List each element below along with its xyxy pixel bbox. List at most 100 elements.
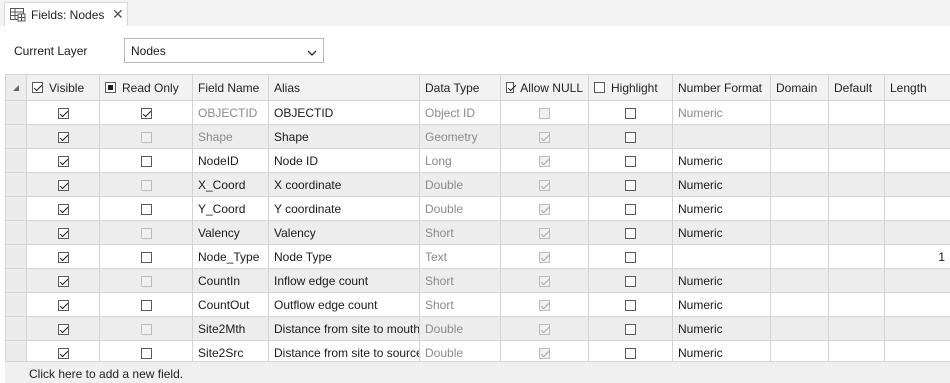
default-cell[interactable]	[829, 173, 885, 197]
default-cell[interactable]	[829, 269, 885, 293]
visible-checkbox[interactable]	[58, 300, 69, 311]
current-layer-select[interactable]: Nodes	[124, 38, 324, 63]
read-only-checkbox[interactable]	[141, 300, 152, 311]
highlight-checkbox[interactable]	[625, 348, 636, 359]
visible-checkbox-cell[interactable]	[27, 125, 100, 149]
visible-checkbox-cell[interactable]	[27, 245, 100, 269]
read-only-checkbox[interactable]	[141, 156, 152, 167]
col-highlight-header[interactable]: Highlight	[589, 75, 673, 101]
number-format-cell[interactable]: Numeric	[673, 293, 771, 317]
visible-checkbox-cell[interactable]	[27, 101, 100, 125]
row-selector[interactable]	[6, 245, 27, 269]
data-type-cell[interactable]: Short	[420, 293, 501, 317]
visible-checkbox[interactable]	[58, 348, 69, 359]
row-selector[interactable]	[6, 293, 27, 317]
col-field-name-header[interactable]: Field Name	[193, 75, 269, 101]
data-type-cell[interactable]: Short	[420, 269, 501, 293]
alias-cell[interactable]: Y coordinate	[269, 197, 420, 221]
read-only-checkbox[interactable]	[141, 108, 152, 119]
col-data-type-header[interactable]: Data Type	[420, 75, 501, 101]
visible-checkbox-cell[interactable]	[27, 269, 100, 293]
length-cell[interactable]	[885, 269, 950, 293]
visible-checkbox[interactable]	[58, 132, 69, 143]
col-length-header[interactable]: Length	[885, 75, 950, 101]
highlight-checkbox[interactable]	[625, 324, 636, 335]
number-format-cell[interactable]: Numeric	[673, 221, 771, 245]
col-default-header[interactable]: Default	[829, 75, 885, 101]
visible-checkbox-cell[interactable]	[27, 197, 100, 221]
visible-checkbox[interactable]	[58, 156, 69, 167]
visible-checkbox-cell[interactable]	[27, 221, 100, 245]
highlight-checkbox-cell[interactable]	[589, 317, 673, 341]
data-type-cell[interactable]: Text	[420, 245, 501, 269]
header-visible-checkbox[interactable]	[32, 82, 43, 93]
visible-checkbox-cell[interactable]	[27, 317, 100, 341]
length-cell[interactable]	[885, 149, 950, 173]
alias-cell[interactable]: OBJECTID	[269, 101, 420, 125]
highlight-checkbox[interactable]	[625, 300, 636, 311]
read-only-checkbox[interactable]	[141, 204, 152, 215]
field-name-cell[interactable]: Node_Type	[193, 245, 269, 269]
visible-checkbox[interactable]	[58, 204, 69, 215]
header-allow-null-checkbox[interactable]	[506, 82, 514, 93]
visible-checkbox[interactable]	[58, 108, 69, 119]
visible-checkbox[interactable]	[58, 228, 69, 239]
field-name-cell[interactable]: Valency	[193, 221, 269, 245]
highlight-checkbox-cell[interactable]	[589, 149, 673, 173]
add-field-row[interactable]: Click here to add a new field.	[5, 361, 950, 383]
field-name-cell[interactable]: Site2Mth	[193, 317, 269, 341]
visible-checkbox[interactable]	[58, 252, 69, 263]
row-selector[interactable]	[6, 173, 27, 197]
length-cell[interactable]	[885, 221, 950, 245]
alias-cell[interactable]: Node Type	[269, 245, 420, 269]
domain-cell[interactable]	[771, 293, 829, 317]
table-row[interactable]: NodeIDNode IDLongNumeric	[6, 149, 950, 173]
highlight-checkbox-cell[interactable]	[589, 125, 673, 149]
length-cell[interactable]	[885, 173, 950, 197]
highlight-checkbox-cell[interactable]	[589, 101, 673, 125]
read-only-checkbox[interactable]	[141, 252, 152, 263]
table-row[interactable]: ValencyValencyShortNumeric	[6, 221, 950, 245]
read-only-checkbox-cell[interactable]	[100, 101, 193, 125]
number-format-cell[interactable]: Numeric	[673, 317, 771, 341]
default-cell[interactable]	[829, 125, 885, 149]
table-row[interactable]: X_CoordX coordinateDoubleNumeric	[6, 173, 950, 197]
alias-cell[interactable]: Node ID	[269, 149, 420, 173]
field-name-cell[interactable]: Shape	[193, 125, 269, 149]
highlight-checkbox-cell[interactable]	[589, 197, 673, 221]
data-type-cell[interactable]: Double	[420, 173, 501, 197]
length-cell[interactable]	[885, 197, 950, 221]
col-allow-null-header[interactable]: Allow NULL	[501, 75, 589, 101]
select-all-corner[interactable]	[6, 75, 27, 101]
visible-checkbox-cell[interactable]	[27, 293, 100, 317]
data-type-cell[interactable]: Double	[420, 197, 501, 221]
default-cell[interactable]	[829, 149, 885, 173]
read-only-checkbox-cell[interactable]	[100, 197, 193, 221]
domain-cell[interactable]	[771, 245, 829, 269]
read-only-checkbox-cell[interactable]	[100, 245, 193, 269]
field-name-cell[interactable]: CountOut	[193, 293, 269, 317]
domain-cell[interactable]	[771, 173, 829, 197]
domain-cell[interactable]	[771, 101, 829, 125]
alias-cell[interactable]: Distance from site to mouth	[269, 317, 420, 341]
table-row[interactable]: OBJECTIDOBJECTIDObject IDNumeric	[6, 101, 950, 125]
length-cell[interactable]	[885, 317, 950, 341]
row-selector[interactable]	[6, 101, 27, 125]
length-cell[interactable]	[885, 125, 950, 149]
row-selector[interactable]	[6, 149, 27, 173]
alias-cell[interactable]: X coordinate	[269, 173, 420, 197]
domain-cell[interactable]	[771, 149, 829, 173]
number-format-cell[interactable]: Numeric	[673, 173, 771, 197]
highlight-checkbox[interactable]	[625, 156, 636, 167]
default-cell[interactable]	[829, 317, 885, 341]
highlight-checkbox-cell[interactable]	[589, 221, 673, 245]
alias-cell[interactable]: Outflow edge count	[269, 293, 420, 317]
domain-cell[interactable]	[771, 197, 829, 221]
data-type-cell[interactable]: Short	[420, 221, 501, 245]
highlight-checkbox[interactable]	[625, 276, 636, 287]
default-cell[interactable]	[829, 197, 885, 221]
number-format-cell[interactable]: Numeric	[673, 101, 771, 125]
col-number-format-header[interactable]: Number Format	[673, 75, 771, 101]
alias-cell[interactable]: Valency	[269, 221, 420, 245]
domain-cell[interactable]	[771, 125, 829, 149]
